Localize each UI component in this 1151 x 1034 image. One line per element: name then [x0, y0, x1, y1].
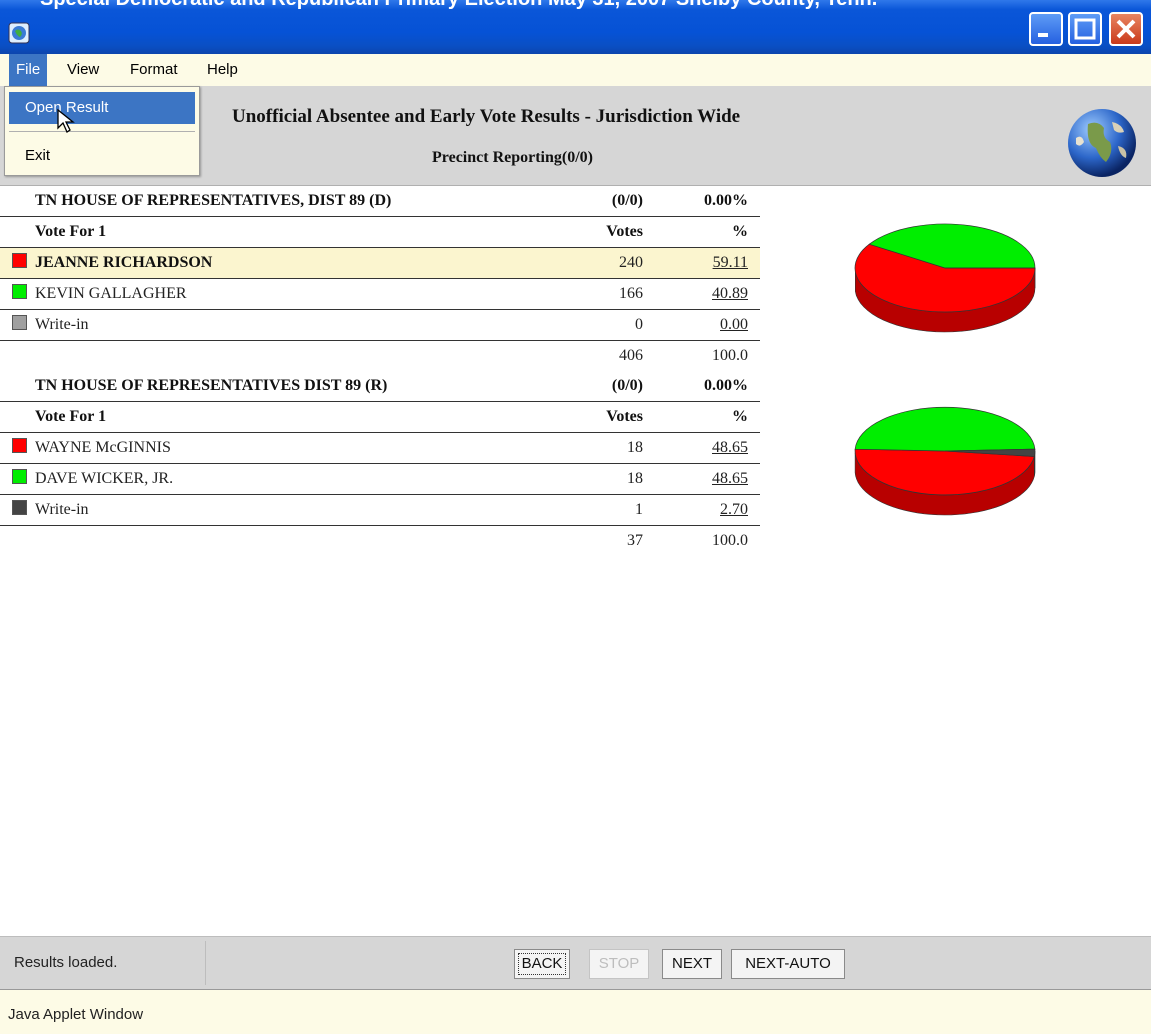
- minimize-icon: [1038, 33, 1048, 37]
- next-auto-button[interactable]: NEXT-AUTO: [731, 949, 845, 979]
- candidate-name: Write-in: [35, 316, 89, 333]
- vote-for-label: Vote For 1: [35, 223, 107, 240]
- close-icon: [1116, 19, 1136, 39]
- candidate-name: DAVE WICKER, JR.: [35, 470, 174, 487]
- race-reporting-pct: 0.00%: [704, 192, 748, 209]
- race-reporting: (0/0): [611, 377, 643, 394]
- total-pct: 100.0: [712, 532, 748, 549]
- candidate-pct: 48.65: [712, 470, 748, 487]
- maximize-button[interactable]: [1068, 12, 1102, 46]
- race-title: TN HOUSE OF REPRESENTATIVES, DIST 89 (D): [35, 192, 392, 209]
- total-row: 37 100.0: [0, 526, 760, 556]
- window-title: Special Democratic and Republican Primar…: [40, 0, 877, 11]
- candidate-row[interactable]: DAVE WICKER, JR. 18 48.65: [0, 464, 760, 495]
- race-header: TN HOUSE OF REPRESENTATIVES DIST 89 (R) …: [0, 371, 760, 402]
- pie-chart-race-1: [854, 223, 1036, 333]
- vote-for-label: Vote For 1: [35, 408, 107, 425]
- candidate-name: KEVIN GALLAGHER: [35, 285, 187, 302]
- color-swatch: [12, 438, 27, 453]
- pie-slice-2: [854, 406, 1036, 452]
- total-votes: 406: [619, 347, 643, 364]
- pie-chart-race-2: [854, 406, 1036, 516]
- color-swatch: [12, 253, 27, 268]
- votes-header: Votes: [606, 223, 643, 240]
- candidate-row[interactable]: WAYNE McGINNIS 18 48.65: [0, 433, 760, 464]
- column-header-row: Vote For 1 Votes %: [0, 402, 760, 433]
- total-row: 406 100.0: [0, 341, 760, 371]
- title-bar: Special Democratic and Republican Primar…: [0, 0, 1151, 54]
- pct-header: %: [732, 408, 748, 425]
- candidate-votes: 0: [635, 316, 643, 333]
- close-button[interactable]: [1109, 12, 1143, 46]
- applet-footer: Java Applet Window: [0, 989, 1151, 1034]
- candidate-name: JEANNE RICHARDSON: [35, 254, 213, 271]
- menu-help[interactable]: Help: [200, 54, 245, 86]
- candidate-pct: 0.00: [720, 316, 748, 333]
- mouse-cursor-icon: [57, 108, 75, 133]
- candidate-row[interactable]: Write-in 0 0.00: [0, 310, 760, 341]
- candidate-pct: 59.11: [712, 254, 748, 271]
- candidate-row[interactable]: Write-in 1 2.70: [0, 495, 760, 526]
- menu-item-exit[interactable]: Exit: [9, 140, 195, 172]
- menu-item-open-result[interactable]: Open Result: [9, 92, 195, 124]
- candidate-votes: 18: [627, 439, 643, 456]
- applet-window-label: Java Applet Window: [8, 1006, 144, 1023]
- color-swatch: [12, 500, 27, 515]
- file-menu-dropdown: Open Result Exit: [4, 86, 200, 176]
- menu-file[interactable]: File: [9, 54, 48, 86]
- menu-view[interactable]: View: [60, 54, 106, 86]
- results-table: TN HOUSE OF REPRESENTATIVES, DIST 89 (D)…: [0, 186, 760, 556]
- pct-header: %: [732, 223, 748, 240]
- globe-icon: [1068, 109, 1136, 177]
- race-title: TN HOUSE OF REPRESENTATIVES DIST 89 (R): [35, 377, 388, 394]
- color-swatch: [12, 315, 27, 330]
- menu-format[interactable]: Format: [123, 54, 185, 86]
- status-message: Results loaded.: [6, 941, 206, 985]
- status-bar: Results loaded. BACK STOP NEXT NEXT-AUTO: [0, 936, 1151, 989]
- candidate-votes: 1: [635, 501, 643, 518]
- candidate-name: WAYNE McGINNIS: [35, 439, 171, 456]
- candidate-votes: 18: [627, 470, 643, 487]
- candidate-pct: 48.65: [712, 439, 748, 456]
- total-votes: 37: [627, 532, 643, 549]
- stop-button[interactable]: STOP: [589, 949, 649, 979]
- maximize-icon: [1074, 18, 1096, 40]
- java-app-icon: [8, 22, 30, 44]
- candidate-pct: 40.89: [712, 285, 748, 302]
- candidate-row[interactable]: KEVIN GALLAGHER 166 40.89: [0, 279, 760, 310]
- precinct-reporting: Precinct Reporting(0/0): [432, 149, 593, 166]
- race-header: TN HOUSE OF REPRESENTATIVES, DIST 89 (D)…: [0, 186, 760, 217]
- race-reporting: (0/0): [611, 192, 643, 209]
- total-pct: 100.0: [712, 347, 748, 364]
- color-swatch: [12, 284, 27, 299]
- color-swatch: [12, 469, 27, 484]
- menu-bar: File View Format Help: [0, 54, 1151, 86]
- minimize-button[interactable]: [1029, 12, 1063, 46]
- page-title: Unofficial Absentee and Early Vote Resul…: [232, 106, 741, 127]
- menu-separator: [9, 131, 195, 132]
- candidate-name: Write-in: [35, 501, 89, 518]
- column-header-row: Vote For 1 Votes %: [0, 217, 760, 248]
- race-reporting-pct: 0.00%: [704, 377, 748, 394]
- votes-header: Votes: [606, 408, 643, 425]
- candidate-row[interactable]: JEANNE RICHARDSON 240 59.11: [0, 248, 760, 279]
- candidate-votes: 240: [619, 254, 643, 271]
- candidate-votes: 166: [619, 285, 643, 302]
- next-button[interactable]: NEXT: [662, 949, 722, 979]
- candidate-pct: 2.70: [720, 501, 748, 518]
- back-button[interactable]: BACK: [514, 949, 570, 979]
